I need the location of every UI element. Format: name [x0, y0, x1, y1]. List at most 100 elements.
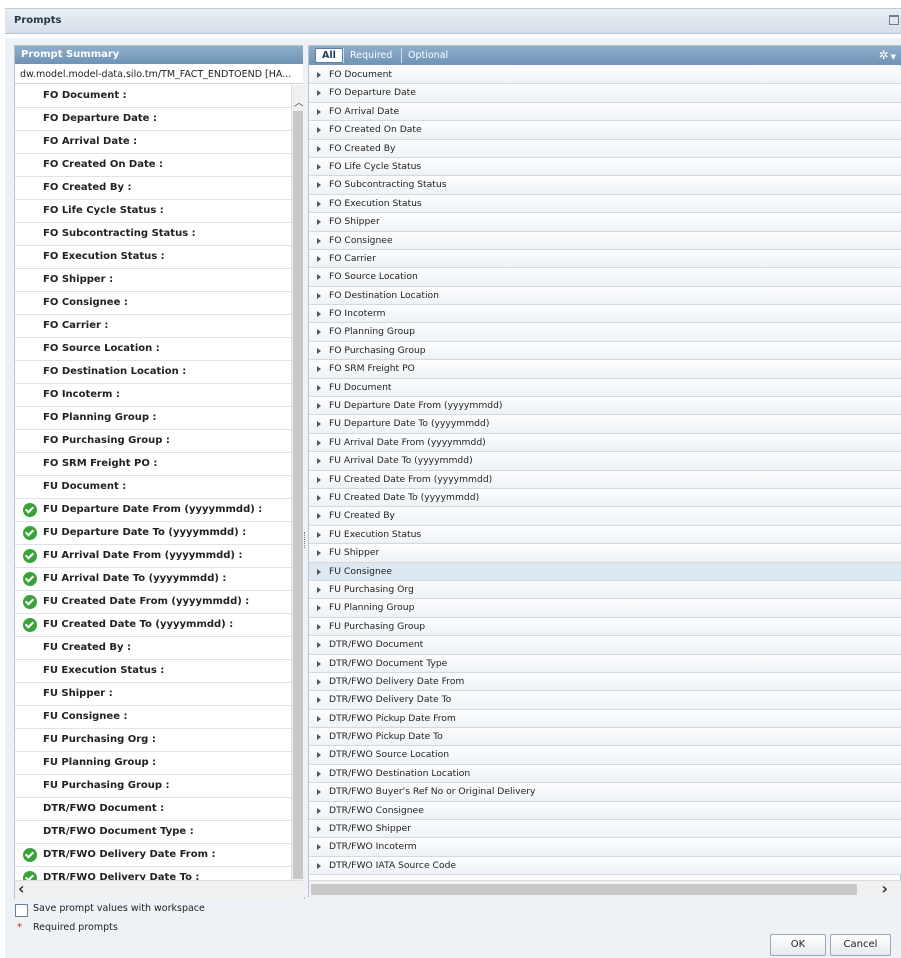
expand-triangle-icon[interactable]	[317, 72, 321, 78]
summary-row[interactable]: FO Shipper :	[15, 269, 291, 292]
summary-row[interactable]: FO Carrier :	[15, 315, 291, 338]
prompt-row[interactable]: FO SRM Freight PO	[309, 360, 901, 379]
prompt-row[interactable]: FO Created By	[309, 139, 901, 158]
prompt-row[interactable]: DTR/FWO Delivery Date From	[309, 672, 901, 692]
summary-row[interactable]: FU Created Date To (yyyymmdd) :	[15, 614, 291, 637]
prompt-row[interactable]: FU Purchasing Org	[309, 580, 901, 600]
prompt-row[interactable]: DTR/FWO Destination Location	[309, 764, 901, 784]
prompt-row[interactable]: DTR/FWO Document	[309, 636, 901, 655]
summary-row[interactable]: FU Document :	[15, 476, 291, 499]
summary-row[interactable]: DTR/FWO Delivery Date From :	[15, 844, 291, 867]
expand-triangle-icon[interactable]	[317, 403, 321, 410]
expand-triangle-icon[interactable]	[317, 163, 321, 170]
summary-row[interactable]: FU Departure Date From (yyyymmdd) :	[15, 499, 291, 522]
chevron-down-icon[interactable]: ▼	[891, 53, 896, 61]
expand-triangle-icon[interactable]	[317, 513, 321, 520]
prompt-row[interactable]: DTR/FWO Incoterm	[309, 838, 901, 857]
prompt-row[interactable]: FU Created Date From (yyyymmdd)	[309, 470, 901, 489]
summary-row[interactable]: FO SRM Freight PO :	[15, 453, 291, 476]
summary-row[interactable]: FO Planning Group :	[15, 407, 291, 430]
scroll-left-icon[interactable]: ‹	[18, 879, 25, 898]
expand-triangle-icon[interactable]	[317, 237, 321, 244]
expand-triangle-icon[interactable]	[317, 274, 321, 281]
summary-row[interactable]: FO Created On Date :	[15, 154, 291, 177]
cancel-button[interactable]: Cancel	[830, 934, 891, 956]
expand-triangle-icon[interactable]	[317, 623, 321, 630]
expand-triangle-icon[interactable]	[317, 807, 321, 814]
prompt-row[interactable]: FO Life Cycle Status	[309, 157, 901, 177]
prompt-row[interactable]: DTR/FWO Consignee	[309, 801, 901, 821]
summary-row[interactable]: DTR/FWO Document :	[15, 798, 291, 821]
summary-row[interactable]: FU Departure Date To (yyyymmdd) :	[15, 522, 291, 545]
expand-triangle-icon[interactable]	[317, 127, 321, 134]
expand-triangle-icon[interactable]	[317, 145, 321, 152]
ok-button[interactable]: OK	[770, 934, 826, 956]
prompt-row[interactable]: FU Departure Date From (yyyymmdd)	[309, 397, 901, 416]
prompt-row[interactable]: FU Consignee	[309, 562, 901, 581]
prompt-row[interactable]: FO Destination Location	[309, 286, 901, 306]
prompt-row[interactable]: FO Created On Date	[309, 121, 901, 140]
scroll-right-icon[interactable]: ›	[881, 879, 888, 898]
expand-triangle-icon[interactable]	[317, 642, 321, 649]
prompt-row[interactable]: FO Subcontracting Status	[309, 176, 901, 195]
expand-triangle-icon[interactable]	[317, 384, 321, 391]
tab-optional[interactable]: Optional	[401, 48, 454, 63]
summary-row[interactable]: FU Consignee :	[15, 706, 291, 729]
prompt-row[interactable]: FO Shipper	[309, 213, 901, 232]
tab-required[interactable]: Required	[343, 48, 398, 63]
summary-row[interactable]: FO Destination Location :	[15, 361, 291, 384]
prompt-row[interactable]: FO Source Location	[309, 268, 901, 287]
expand-triangle-icon[interactable]	[317, 770, 321, 777]
summary-row[interactable]: FU Shipper :	[15, 683, 291, 706]
prompt-row[interactable]: DTR/FWO Source Location	[309, 746, 901, 765]
splitter-grip[interactable]	[304, 532, 306, 548]
expand-triangle-icon[interactable]	[317, 311, 321, 318]
scroll-thumb[interactable]	[311, 884, 857, 895]
prompt-row[interactable]: FU Arrival Date From (yyyymmdd)	[309, 433, 901, 453]
expand-triangle-icon[interactable]	[317, 568, 321, 575]
expand-triangle-icon[interactable]	[317, 844, 321, 851]
expand-triangle-icon[interactable]	[317, 734, 321, 741]
expand-triangle-icon[interactable]	[317, 255, 321, 262]
expand-triangle-icon[interactable]	[317, 458, 321, 465]
expand-triangle-icon[interactable]	[317, 789, 321, 796]
summary-row[interactable]: FO Created By :	[15, 177, 291, 200]
expand-triangle-icon[interactable]	[317, 697, 321, 704]
prompt-row[interactable]: FU Arrival Date To (yyyymmdd)	[309, 452, 901, 471]
summary-row[interactable]: FU Purchasing Org :	[15, 729, 291, 752]
prompt-row[interactable]: FO Consignee	[309, 231, 901, 250]
expand-triangle-icon[interactable]	[317, 752, 321, 759]
gear-icon[interactable]: ✲ ▼	[879, 48, 896, 62]
prompt-row[interactable]: FO Planning Group	[309, 323, 901, 342]
prompt-row[interactable]: FO Carrier	[309, 249, 901, 269]
summary-row[interactable]: DTR/FWO Delivery Date To :	[15, 867, 291, 880]
summary-row[interactable]: FU Execution Status :	[15, 660, 291, 683]
expand-triangle-icon[interactable]	[317, 862, 321, 869]
expand-triangle-icon[interactable]	[317, 347, 321, 354]
summary-row[interactable]: FO Source Location :	[15, 338, 291, 361]
prompt-row[interactable]: DTR/FWO IATA Source Code	[309, 856, 901, 876]
expand-triangle-icon[interactable]	[317, 678, 321, 685]
expand-triangle-icon[interactable]	[317, 329, 321, 336]
prompt-row[interactable]: DTR/FWO Buyer's Ref No or Original Deliv…	[309, 783, 901, 802]
summary-row[interactable]: FU Arrival Date From (yyyymmdd) :	[15, 545, 291, 568]
expand-triangle-icon[interactable]	[317, 476, 321, 483]
prompt-row[interactable]: DTR/FWO Delivery Date To	[309, 691, 901, 710]
summary-row[interactable]: FO Departure Date :	[15, 108, 291, 131]
expand-triangle-icon[interactable]	[317, 108, 321, 115]
prompt-row[interactable]: FU Execution Status	[309, 525, 901, 545]
expand-triangle-icon[interactable]	[317, 531, 321, 538]
summary-row[interactable]: FO Document :	[15, 85, 291, 108]
prompt-row[interactable]: FU Created By	[309, 507, 901, 526]
expand-triangle-icon[interactable]	[317, 494, 321, 501]
prompt-row[interactable]: FU Shipper	[309, 544, 901, 563]
prompt-row[interactable]: FU Planning Group	[309, 599, 901, 618]
prompt-row[interactable]: FO Document	[309, 66, 901, 85]
prompt-row[interactable]: FU Document	[309, 378, 901, 398]
prompt-row[interactable]: DTR/FWO Document Type	[309, 654, 901, 673]
summary-row[interactable]: FO Execution Status :	[15, 246, 291, 269]
expand-triangle-icon[interactable]	[317, 90, 321, 97]
save-values-checkbox[interactable]	[15, 904, 28, 917]
prompt-row[interactable]: FO Execution Status	[309, 194, 901, 214]
summary-row[interactable]: FO Arrival Date :	[15, 131, 291, 154]
